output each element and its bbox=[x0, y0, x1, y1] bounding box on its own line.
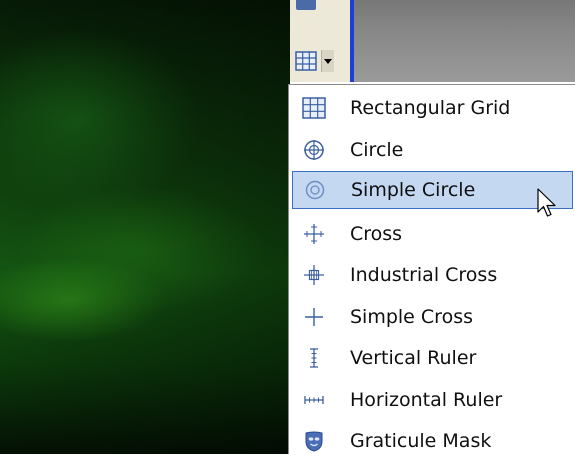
cross-icon bbox=[300, 220, 328, 248]
menu-item-graticule-mask[interactable]: Graticule Mask bbox=[292, 422, 573, 460]
menu-item-cross[interactable]: Cross bbox=[292, 215, 573, 253]
menu-item-vertical-ruler[interactable]: Vertical Ruler bbox=[292, 339, 573, 377]
menu-item-label: Graticule Mask bbox=[350, 430, 492, 452]
toolbar-button-partial[interactable] bbox=[296, 0, 316, 10]
rectangular-grid-icon bbox=[300, 94, 328, 122]
menu-item-label: Industrial Cross bbox=[350, 264, 498, 286]
camera-preview bbox=[0, 0, 290, 454]
image-area bbox=[350, 0, 575, 82]
menu-item-label: Vertical Ruler bbox=[350, 347, 477, 369]
overlay-type-button[interactable] bbox=[293, 48, 319, 74]
overlay-dropdown-menu: Rectangular Grid Circle Simple Circle Cr… bbox=[288, 84, 575, 454]
menu-item-label: Cross bbox=[350, 223, 403, 245]
mouse-cursor-icon bbox=[537, 188, 556, 217]
menu-item-label: Rectangular Grid bbox=[350, 97, 511, 119]
overlay-toolbar bbox=[290, 0, 350, 82]
rectangular-grid-icon bbox=[295, 51, 317, 71]
menu-item-label: Horizontal Ruler bbox=[350, 389, 503, 411]
circle-icon bbox=[300, 136, 328, 164]
dropdown-arrow-button[interactable] bbox=[321, 50, 334, 72]
graticule-mask-icon bbox=[300, 427, 328, 455]
menu-item-label: Simple Cross bbox=[350, 306, 473, 328]
simple-cross-icon bbox=[300, 303, 328, 331]
menu-item-industrial-cross[interactable]: Industrial Cross bbox=[292, 256, 573, 294]
horizontal-ruler-icon bbox=[300, 386, 328, 414]
menu-item-label: Circle bbox=[350, 139, 404, 161]
chevron-down-icon bbox=[324, 58, 332, 64]
menu-item-horizontal-ruler[interactable]: Horizontal Ruler bbox=[292, 381, 573, 419]
menu-item-circle[interactable]: Circle bbox=[292, 131, 573, 169]
vertical-ruler-icon bbox=[300, 344, 328, 372]
menu-item-simple-cross[interactable]: Simple Cross bbox=[292, 298, 573, 336]
industrial-cross-icon bbox=[300, 261, 328, 289]
menu-item-rectangular-grid[interactable]: Rectangular Grid bbox=[292, 89, 573, 127]
simple-circle-icon bbox=[301, 176, 329, 204]
menu-item-simple-circle[interactable]: Simple Circle bbox=[292, 171, 573, 209]
menu-item-label: Simple Circle bbox=[351, 179, 476, 201]
selection-edge bbox=[350, 0, 354, 82]
